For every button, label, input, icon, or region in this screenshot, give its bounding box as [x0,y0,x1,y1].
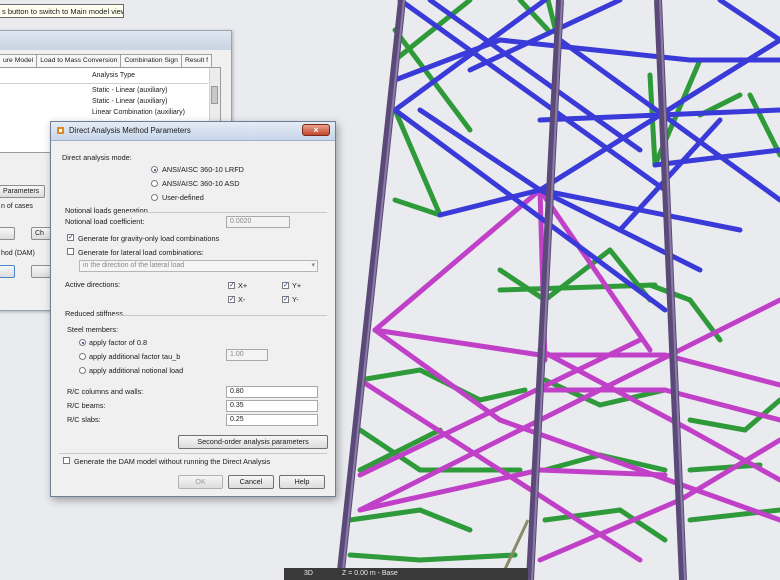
dir-yplus-checkbox[interactable]: ✓ [282,282,289,289]
dialog-titlebar: Direct Analysis Method Parameters × [51,122,335,141]
list-header-divider [0,83,208,84]
rc-columns-label: R/C columns and walls: [67,387,144,396]
reduced-divider [113,315,327,316]
radio-tau-b-label: apply additional factor tau_b [89,352,181,361]
reduced-stiffness-heading: Reduced stiffness [65,309,123,318]
active-directions-label: Active directions: [65,280,121,289]
background-window-titlebar [0,31,231,50]
radio-user-defined[interactable] [151,194,158,201]
tab-load-to-mass[interactable]: Load to Mass Conversion [36,54,122,67]
rc-columns-field[interactable]: 0.80 [226,386,318,398]
lateral-direction-select[interactable]: in the direction of the lateral load ▾ [79,260,318,272]
tab-result[interactable]: Result f [180,54,213,67]
radio-asd[interactable] [151,180,158,187]
rc-slabs-field[interactable]: 0.25 [226,414,318,426]
dir-yminus-checkbox[interactable]: ✓ [282,296,289,303]
dir-xplus-label: X+ [238,281,248,290]
background-tabs: ure Model Load to Mass Conversion Combin… [0,54,213,67]
parameters-button[interactable]: Parameters [0,185,45,198]
dir-yminus-label: Y- [292,295,299,304]
dir-xplus-checkbox[interactable]: ✓ [228,282,235,289]
rc-slabs-label: R/C slabs: [67,415,101,424]
dir-yplus-label: Y+ [292,281,302,290]
bg-small-button[interactable] [0,227,15,240]
app-icon [57,127,64,134]
gen-lateral-checkbox[interactable] [67,248,74,255]
dir-xminus-label: X- [238,295,246,304]
chevron-down-icon: ▾ [311,262,315,269]
rc-beams-label: R/C beams: [67,401,106,410]
notional-heading: Notional loads generation [65,206,148,215]
radio-user-defined-label: User-defined [162,193,204,202]
radio-factor-08-label: apply factor of 0.8 [89,338,148,347]
generate-only-checkbox[interactable] [63,457,70,464]
gen-lateral-label: Generate for lateral load combinations: [78,248,204,257]
radio-notional-load-label: apply additional notional load [89,366,184,375]
list-item[interactable]: Linear Combination (auxiliary) [92,109,185,116]
dir-xminus-checkbox[interactable]: ✓ [228,296,235,303]
level-indicator[interactable]: Z = 0.00 m - Base [342,568,398,580]
gen-gravity-checkbox[interactable]: ✓ [67,234,74,241]
gen-gravity-label: Generate for gravity-only load combinati… [78,234,220,243]
cases-text: n of cases [1,203,33,210]
dam-text: hod (DAM) [1,250,35,257]
tab-structure-model[interactable]: ure Model [0,54,38,67]
bg-focused-button[interactable] [0,265,15,278]
notional-divider [127,212,327,213]
radio-asd-label: ANSI/AISC 360-10 ASD [162,179,240,188]
dam-parameters-dialog: Direct Analysis Method Parameters × Dire… [50,121,336,497]
close-icon[interactable]: × [302,124,330,136]
notional-coef-field[interactable]: 0.0020 [226,216,290,228]
radio-lrfd[interactable] [151,166,158,173]
analysis-type-header: Analysis Type [92,72,136,79]
lateral-direction-value: in the direction of the lateral load [83,262,185,269]
tab-combination-sign[interactable]: Combination Sign [120,54,182,67]
cancel-button[interactable]: Cancel [228,475,274,489]
view-switch-tooltip: s button to switch to Main model view.) [0,4,124,18]
mode-label: Direct analysis mode: [62,153,132,162]
help-button[interactable]: Help [279,475,325,489]
scrollbar-thumb[interactable] [211,86,218,104]
view-mode[interactable]: 3D [304,568,313,580]
ok-button[interactable]: OK [178,475,223,489]
rc-beams-field[interactable]: 0.35 [226,400,318,412]
radio-notional-load[interactable] [79,367,86,374]
notional-coef-label: Notional load coefficient: [65,217,145,226]
radio-tau-b[interactable] [79,353,86,360]
generate-only-label: Generate the DAM model without running t… [74,457,271,466]
list-item[interactable]: Static - Linear (auxiliary) [92,98,167,105]
steel-members-label: Steel members: [67,325,119,334]
status-bar: 3D Z = 0.00 m - Base [284,568,528,580]
list-item[interactable]: Static - Linear (auxiliary) [92,87,167,94]
second-order-button[interactable]: Second-order analysis parameters [178,435,328,449]
radio-factor-08[interactable] [79,339,86,346]
radio-lrfd-label: ANSI/AISC 360-10 LRFD [162,165,244,174]
bottom-divider [59,453,327,454]
tau-field[interactable]: 1.00 [226,349,268,361]
dialog-title: Direct Analysis Method Parameters [69,126,191,135]
